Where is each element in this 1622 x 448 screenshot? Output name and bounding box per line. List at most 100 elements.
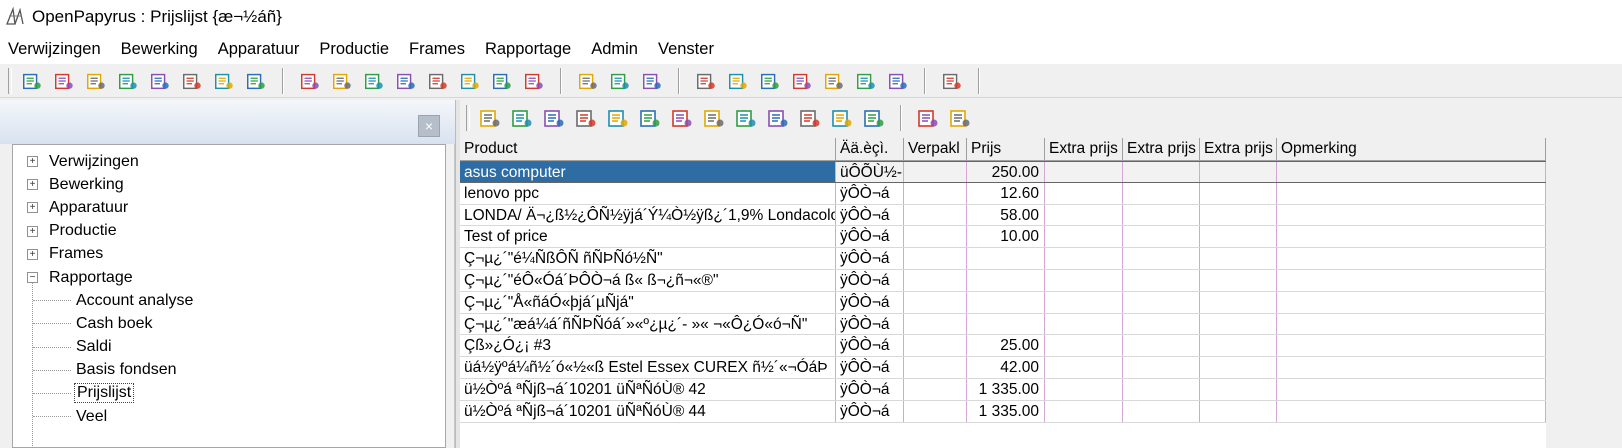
fa-icon[interactable] [575,68,601,94]
note-cell[interactable] [1277,226,1546,248]
hand-icon[interactable] [947,105,973,131]
extra-price-cell[interactable] [1045,357,1123,378]
note-cell[interactable] [1277,313,1546,335]
extra-price-cell[interactable] [1045,269,1123,291]
calc-percent-icon[interactable] [115,68,141,94]
column-header[interactable]: Extra prijs [1123,138,1200,160]
table-row[interactable]: Ç¬µ¿´"æá¼á´ñÑÞÑóá´»«º¿µ¿´- »« ¬«Ô¿Ó«ó¬Ñ"… [460,313,1546,336]
column-header[interactable]: Extra prijs [1200,138,1277,160]
product-cell[interactable]: üá½ÿºá¼ñ½´ó«½«ß Estel Essex CUREX ñ½´«¬Ó… [460,357,836,378]
list-doc-icon[interactable] [821,68,847,94]
price-cell[interactable] [967,313,1045,335]
product-cell[interactable]: Test of price [460,226,836,248]
extra-price-cell[interactable] [1123,182,1200,204]
extra-price-cell[interactable] [1123,204,1200,226]
extra-price-cell[interactable] [1200,378,1277,400]
extra-price-cell[interactable] [1200,335,1277,357]
extra-price-cell[interactable] [1123,248,1200,269]
extra-price-cell[interactable] [1045,378,1123,400]
unit-cell[interactable]: ÿÔÒ¬á [836,335,904,357]
note-cell[interactable] [1277,248,1546,269]
package-cell[interactable] [904,162,967,182]
collapse-icon[interactable]: − [27,272,38,284]
note-cell[interactable] [1277,269,1546,291]
lines-icon[interactable] [725,68,751,94]
extra-price-cell[interactable] [1200,248,1277,269]
extra-price-cell[interactable] [1123,226,1200,248]
extra-price-cell[interactable] [1123,357,1200,378]
doc-list-icon[interactable] [425,68,451,94]
price-cell[interactable]: 58.00 [967,204,1045,226]
table-row[interactable]: LONDA/ Ä¬¿ß½¿ÔÑ½ÿjá´Ý¼Ò½ÿß¿´1,9% Londaco… [460,204,1546,227]
expand-icon[interactable]: + [27,179,38,191]
extra-price-cell[interactable] [1200,313,1277,335]
delete-red-icon[interactable] [573,105,599,131]
add-icon[interactable] [509,105,535,131]
extra-price-cell[interactable] [1123,291,1200,313]
expand-icon[interactable]: + [27,156,38,168]
unit-cell[interactable]: ÿÔÒ¬á [836,378,904,400]
unit-cell[interactable]: ÿÔÒ¬á [836,226,904,248]
tree-child-saldi[interactable]: Saldi [13,336,445,359]
ledger-icon[interactable] [521,68,547,94]
menu-productie[interactable]: Productie [319,40,389,59]
note-cell[interactable] [1277,182,1546,204]
table-row[interactable]: asus computer üÔÕÙ½- 250.00 [460,161,1546,183]
menu-frames[interactable]: Frames [409,40,465,59]
menu-bewerking[interactable]: Bewerking [121,40,198,59]
table-row[interactable]: Test of price ÿÔÒ¬á 10.00 [460,226,1546,249]
price-cell[interactable] [967,269,1045,291]
price-cell[interactable]: 42.00 [967,357,1045,378]
register-icon[interactable] [147,68,173,94]
extra-price-cell[interactable] [1123,269,1200,291]
note-cell[interactable] [1277,400,1546,422]
product-cell[interactable]: Ç¬µ¿´"Å«ñáÓ«þjá´µÑjá" [460,291,836,313]
print-icon[interactable] [861,105,887,131]
column-header[interactable]: Opmerking [1277,138,1546,160]
unit-cell[interactable]: ÿÔÒ¬á [836,248,904,269]
unit-cell[interactable]: ÿÔÒ¬á [836,357,904,378]
unit-cell[interactable]: ÿÔÒ¬á [836,182,904,204]
building-icon[interactable] [243,68,269,94]
toolbar-grip[interactable] [8,67,12,94]
chart-bars-icon[interactable] [19,68,45,94]
tree-child-prijslijst[interactable]: Prijslijst [13,382,445,405]
product-cell[interactable]: Ç¬µ¿´"æá¼á´ñÑÞÑóá´»«º¿µ¿´- »« ¬«Ô¿Ó«ó¬Ñ" [460,313,836,335]
expand-icon[interactable]: + [27,202,38,214]
package-cell[interactable] [904,226,967,248]
tree-node-bewerking[interactable]: + Bewerking [13,173,445,196]
product-cell[interactable]: asus computer [460,162,836,182]
lines-2-icon[interactable] [757,68,783,94]
extra-price-cell[interactable] [1045,226,1123,248]
unit-cell[interactable]: üÔÕÙ½- [836,162,904,182]
expand-icon[interactable]: + [27,225,38,237]
arrow-star-icon[interactable] [765,105,791,131]
price-cell[interactable]: 1 335.00 [967,378,1045,400]
product-cell[interactable]: Ç¬µ¿´"é¼ÑßÔÑ ñÑÞÑó½Ñ" [460,248,836,269]
product-cell[interactable]: lenovo ppc [460,182,836,204]
unit-cell[interactable]: ÿÔÒ¬á [836,400,904,422]
cart-icon[interactable] [211,68,237,94]
tree-node-rapportage[interactable]: − Rapportage [13,266,445,289]
toolbar-grip[interactable] [466,105,470,131]
unit-cell[interactable]: ÿÔÒ¬á [836,269,904,291]
menu-rapportage[interactable]: Rapportage [485,40,571,59]
package-cell[interactable] [904,182,967,204]
extra-price-cell[interactable] [1200,291,1277,313]
cart-down-icon[interactable] [733,105,759,131]
extra-price-cell[interactable] [1045,313,1123,335]
note-cell[interactable] [1277,291,1546,313]
price-cell[interactable]: 1 335.00 [967,400,1045,422]
menu-apparatuur[interactable]: Apparatuur [218,40,300,59]
note-cell[interactable] [1277,378,1546,400]
expand-icon[interactable]: + [27,248,38,260]
extra-price-cell[interactable] [1045,335,1123,357]
unit-cell[interactable]: ÿÔÒ¬á [836,313,904,335]
price-cell[interactable] [967,291,1045,313]
price-cell[interactable]: 250.00 [967,162,1045,182]
extra-price-cell[interactable] [1045,182,1123,204]
exclamation-icon[interactable] [915,105,941,131]
tree-node-productie[interactable]: + Productie [13,220,445,243]
table-row[interactable]: Ç¬µ¿´"éÔ«Óá´ÞÔÒ¬á ß« ß¬¿ñ¬«®" ÿÔÒ¬á [460,269,1546,292]
cart-red-icon[interactable] [701,105,727,131]
